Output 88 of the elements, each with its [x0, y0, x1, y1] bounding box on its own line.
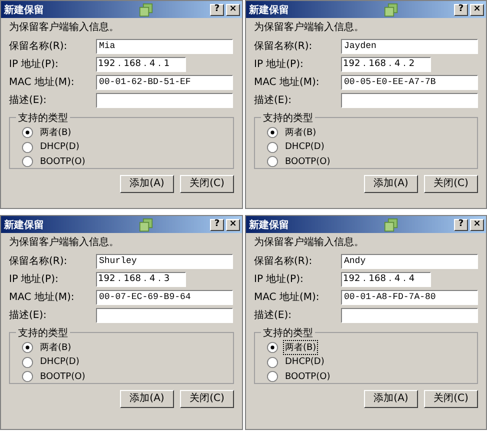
- radio-button[interactable]: [22, 142, 33, 153]
- field-label: MAC 地址(M):: [254, 76, 320, 89]
- add-button[interactable]: 添加(A): [120, 175, 174, 193]
- input-field[interactable]: [96, 92, 233, 108]
- radio-button[interactable]: [22, 127, 33, 138]
- field-label: IP 地址(P):: [9, 58, 60, 71]
- field-label: 描述(E):: [254, 308, 292, 322]
- input-field[interactable]: 00-05-E0-EE-A7-7B: [341, 74, 478, 90]
- radio-button[interactable]: [267, 371, 278, 382]
- field-label: 保留名称(R):: [254, 255, 314, 268]
- window-title: 新建保留: [4, 3, 44, 16]
- radio-button[interactable]: [267, 127, 278, 138]
- group-title: 支持的类型: [16, 111, 70, 125]
- close-dialog-button[interactable]: 关闭(C): [424, 390, 478, 408]
- add-button[interactable]: 添加(A): [364, 175, 418, 193]
- radio-button[interactable]: [22, 356, 33, 368]
- stacked-squares-icon: [139, 2, 153, 16]
- radio-label[interactable]: DHCP(D): [38, 141, 82, 154]
- radio-label[interactable]: 两者(B): [283, 340, 318, 355]
- field-label: 保留名称(R):: [9, 255, 68, 268]
- ip-address-field[interactable]: 192 . 168 . 4 . 1: [96, 56, 186, 72]
- field-label: 保留名称(R):: [9, 40, 68, 53]
- instruction-text: 为保留客户端输入信息。: [254, 22, 365, 34]
- radio-button[interactable]: [267, 156, 278, 168]
- input-field[interactable]: 00-01-A8-FD-7A-80: [341, 290, 478, 304]
- field-label: 描述(E):: [9, 308, 48, 322]
- stacked-squares-icon: [139, 218, 153, 232]
- instruction-text: 为保留客户端输入信息。: [9, 22, 120, 34]
- group-title: 支持的类型: [261, 326, 315, 340]
- radio-label[interactable]: 两者(B): [283, 125, 318, 140]
- help-button[interactable]: ?: [210, 4, 224, 16]
- group-title: 支持的类型: [16, 326, 70, 340]
- radio-label[interactable]: BOOTP(O): [283, 370, 332, 383]
- window-title: 新建保留: [249, 218, 289, 232]
- radio-label[interactable]: BOOTP(O): [38, 370, 88, 383]
- instruction-text: 为保留客户端输入信息。: [254, 237, 365, 249]
- field-label: 保留名称(R):: [254, 40, 314, 53]
- radio-label[interactable]: 两者(B): [38, 340, 74, 355]
- help-button[interactable]: ?: [454, 218, 468, 230]
- window-title: 新建保留: [4, 218, 44, 232]
- field-label: MAC 地址(M):: [9, 290, 76, 304]
- help-button[interactable]: ?: [454, 4, 468, 16]
- ip-address-field[interactable]: 192 . 168 . 4 . 2: [341, 56, 431, 72]
- field-label: IP 地址(P):: [254, 272, 304, 286]
- group-title: 支持的类型: [261, 111, 315, 125]
- input-field[interactable]: Andy: [341, 254, 478, 268]
- radio-label[interactable]: DHCP(D): [283, 356, 326, 368]
- close-button[interactable]: ×: [226, 218, 240, 230]
- input-field[interactable]: 00-01-62-BD-51-EF: [96, 74, 233, 90]
- radio-button[interactable]: [22, 156, 33, 168]
- stacked-squares-icon: [384, 218, 398, 232]
- help-button[interactable]: ?: [210, 218, 224, 230]
- close-button[interactable]: ×: [226, 4, 240, 16]
- add-button[interactable]: 添加(A): [364, 390, 418, 408]
- field-label: 描述(E):: [9, 94, 48, 107]
- radio-label[interactable]: 两者(B): [38, 125, 74, 140]
- ip-address-field[interactable]: 192 . 168 . 4 . 3: [96, 272, 186, 286]
- input-field[interactable]: Mia: [96, 38, 233, 54]
- radio-label[interactable]: DHCP(D): [283, 141, 326, 154]
- input-field[interactable]: [96, 308, 233, 322]
- close-dialog-button[interactable]: 关闭(C): [180, 390, 234, 408]
- close-button[interactable]: ×: [470, 4, 484, 16]
- radio-label[interactable]: DHCP(D): [38, 356, 82, 368]
- field-label: MAC 地址(M):: [9, 76, 76, 89]
- window-title: 新建保留: [249, 3, 289, 16]
- radio-button[interactable]: [22, 371, 33, 382]
- stacked-squares-icon: [384, 2, 398, 16]
- input-field[interactable]: [341, 308, 478, 322]
- close-button[interactable]: ×: [470, 218, 484, 230]
- radio-button[interactable]: [22, 342, 33, 353]
- close-dialog-button[interactable]: 关闭(C): [424, 175, 478, 193]
- input-field[interactable]: [341, 92, 478, 108]
- radio-label[interactable]: BOOTP(O): [283, 156, 332, 168]
- ip-address-field[interactable]: 192 . 168 . 4 . 4: [341, 272, 431, 286]
- radio-button[interactable]: [267, 342, 278, 353]
- field-label: IP 地址(P):: [254, 58, 304, 71]
- close-dialog-button[interactable]: 关闭(C): [180, 175, 234, 193]
- field-label: 描述(E):: [254, 94, 292, 107]
- radio-label[interactable]: BOOTP(O): [38, 156, 88, 168]
- radio-button[interactable]: [267, 356, 278, 368]
- radio-button[interactable]: [267, 142, 278, 153]
- instruction-text: 为保留客户端输入信息。: [9, 237, 120, 249]
- input-field[interactable]: Jayden: [341, 38, 478, 54]
- add-button[interactable]: 添加(A): [120, 390, 174, 408]
- field-label: IP 地址(P):: [9, 272, 60, 286]
- input-field[interactable]: 00-07-EC-69-B9-64: [96, 290, 233, 304]
- field-label: MAC 地址(M):: [254, 290, 320, 304]
- input-field[interactable]: Shurley: [96, 254, 233, 268]
